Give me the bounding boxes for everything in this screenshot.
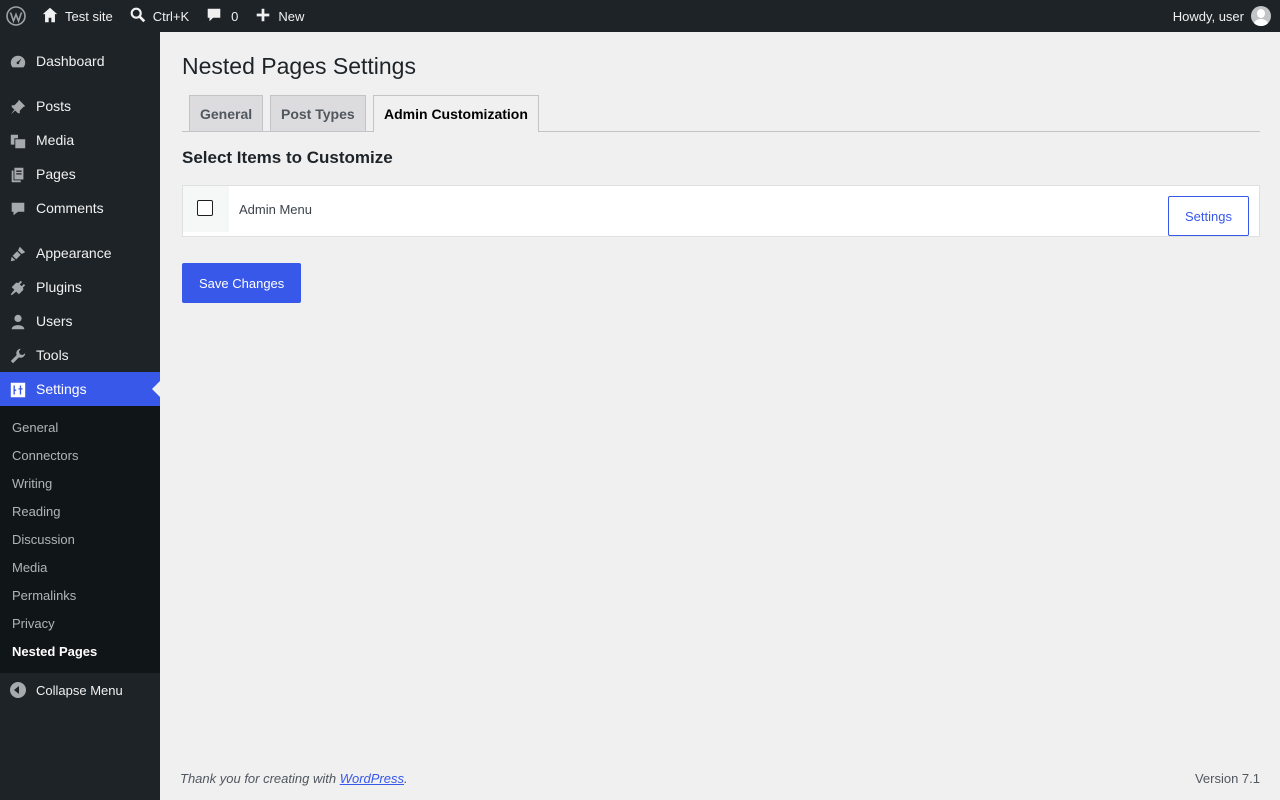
comments-link[interactable]: 0 xyxy=(197,0,246,32)
nav-tabs: General Post Types Admin Customization xyxy=(182,95,1260,132)
sidebar-item-label: Appearance xyxy=(36,245,112,261)
site-name-link[interactable]: Test site xyxy=(33,0,121,32)
comment-icon xyxy=(205,6,223,27)
sidebar-item-pages[interactable]: Pages xyxy=(0,157,160,191)
sidebar-item-appearance[interactable]: Appearance xyxy=(0,236,160,270)
sidebar-item-label: Plugins xyxy=(36,279,82,295)
sidebar-item-users[interactable]: Users xyxy=(0,304,160,338)
sidebar-item-label: Tools xyxy=(36,347,69,363)
media-icon xyxy=(9,132,27,150)
search-shortcut: Ctrl+K xyxy=(152,8,190,24)
command-search-button[interactable]: Ctrl+K xyxy=(121,0,197,32)
tab-general[interactable]: General xyxy=(189,95,264,131)
submenu-item-discussion[interactable]: Discussion xyxy=(0,525,160,553)
section-title: Select Items to Customize xyxy=(182,148,393,167)
my-account-menu[interactable]: Howdy, user xyxy=(1173,0,1280,32)
save-changes-button[interactable]: Save Changes xyxy=(182,263,302,303)
plus-icon xyxy=(254,6,272,27)
sidebar-item-tools[interactable]: Tools xyxy=(0,338,160,372)
sidebar-item-label: Pages xyxy=(36,166,76,182)
plugin-icon xyxy=(9,279,27,297)
sidebar-item-settings[interactable]: Settings xyxy=(0,372,160,406)
search-icon xyxy=(129,6,147,27)
footer-thanks: Thank you for creating with WordPress. xyxy=(180,771,408,786)
brush-icon xyxy=(9,245,27,263)
comments-count: 0 xyxy=(231,8,239,24)
submenu-item-nested-pages[interactable]: Nested Pages xyxy=(0,637,160,665)
sidebar-item-label: Comments xyxy=(36,200,104,216)
home-icon xyxy=(41,6,59,27)
pages-icon xyxy=(9,166,27,184)
sidebar-item-label: Media xyxy=(36,132,75,148)
user-icon xyxy=(9,313,27,331)
sidebar-item-plugins[interactable]: Plugins xyxy=(0,270,160,304)
footer-thanks-prefix: Thank you for creating with xyxy=(180,771,340,786)
submenu-item-privacy[interactable]: Privacy xyxy=(0,609,160,637)
sidebar-item-media[interactable]: Media xyxy=(0,123,160,157)
site-name: Test site xyxy=(65,8,113,24)
wrench-icon xyxy=(9,347,27,365)
settings-icon xyxy=(9,381,27,399)
sidebar-item-label: Dashboard xyxy=(36,53,105,69)
comment-icon xyxy=(9,200,27,218)
footer-version: Version 7.1 xyxy=(1194,771,1260,786)
admin-bar: Test site Ctrl+K 0 New Howdy, user xyxy=(0,0,1280,32)
row-label: Admin Menu xyxy=(239,202,312,217)
footer-thanks-suffix: . xyxy=(404,771,408,786)
submenu-item-general[interactable]: General xyxy=(0,413,160,441)
sidebar-item-comments[interactable]: Comments xyxy=(0,191,160,225)
collapse-label: Collapse Menu xyxy=(36,682,123,698)
main-content: Nested Pages Settings General Post Types… xyxy=(182,32,1260,303)
dashboard-icon xyxy=(9,53,27,71)
new-content-link[interactable]: New xyxy=(246,0,312,32)
sidebar-item-label: Settings xyxy=(36,381,87,397)
submenu-item-writing[interactable]: Writing xyxy=(0,469,160,497)
settings-button[interactable]: Settings xyxy=(1168,196,1249,236)
submenu-item-media[interactable]: Media xyxy=(0,553,160,581)
tab-admin-customization[interactable]: Admin Customization xyxy=(373,95,539,132)
tab-post-types[interactable]: Post Types xyxy=(270,95,366,131)
sidebar-item-label: Users xyxy=(36,313,73,329)
sidebar-item-posts[interactable]: Posts xyxy=(0,89,160,123)
admin-sidebar: Dashboard Posts Media Pages Comments App… xyxy=(0,32,160,800)
collapse-arrow-icon xyxy=(10,682,26,698)
submenu-item-reading[interactable]: Reading xyxy=(0,497,160,525)
pin-icon xyxy=(9,98,27,116)
avatar xyxy=(1251,6,1271,26)
sidebar-item-label: Posts xyxy=(36,98,72,114)
checkbox-cell xyxy=(183,186,229,232)
submenu-item-connectors[interactable]: Connectors xyxy=(0,441,160,469)
greeting: Howdy, user xyxy=(1172,8,1244,24)
submenu-item-permalinks[interactable]: Permalinks xyxy=(0,581,160,609)
sidebar-item-dashboard[interactable]: Dashboard xyxy=(0,44,160,78)
admin-menu-checkbox[interactable] xyxy=(197,200,213,216)
collapse-menu-button[interactable]: Collapse Menu xyxy=(0,673,160,707)
table-row: Admin Menu Settings xyxy=(182,185,1260,237)
page-title: Nested Pages Settings xyxy=(182,53,416,79)
settings-submenu: General Connectors Writing Reading Discu… xyxy=(0,406,160,673)
wordpress-logo-icon[interactable] xyxy=(0,0,33,32)
new-label: New xyxy=(278,8,305,24)
wordpress-link[interactable]: WordPress xyxy=(340,771,404,786)
